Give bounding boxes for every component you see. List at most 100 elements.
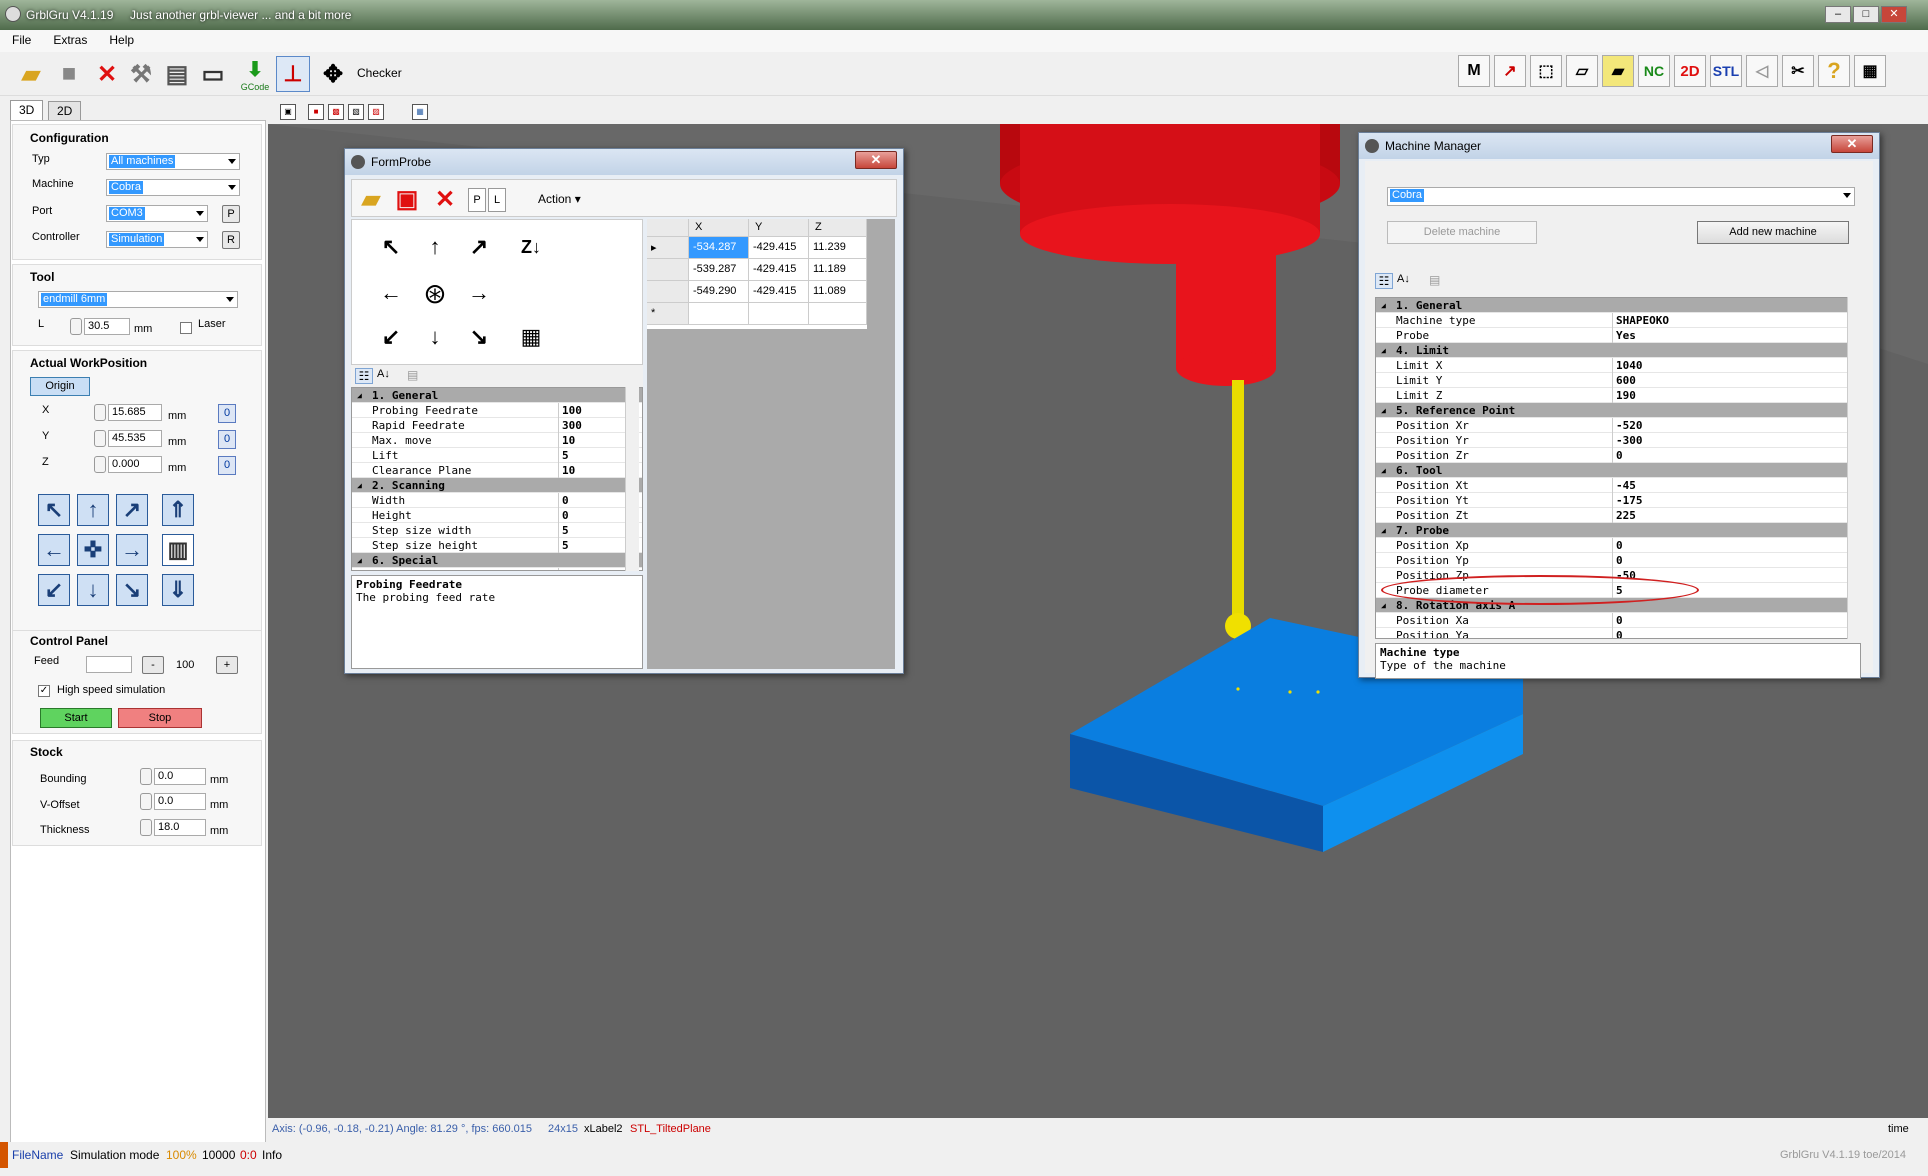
property-value[interactable]: 5 — [562, 523, 569, 538]
origin-button[interactable]: Origin — [30, 377, 90, 396]
collapse-icon[interactable]: ◢ — [357, 388, 362, 403]
row-header[interactable]: ▸ — [647, 237, 689, 259]
view-red3-icon[interactable]: ▨ — [368, 104, 384, 120]
property-pages-icon[interactable]: ▤ — [1429, 273, 1440, 287]
jog-up-right-icon[interactable]: ↗ — [116, 494, 148, 526]
property-value[interactable]: Yes — [1616, 328, 1636, 343]
row-header[interactable] — [647, 259, 689, 281]
delete-icon[interactable]: ✕ — [90, 56, 124, 92]
save-icon[interactable]: ■ — [52, 56, 86, 92]
delete-machine-button[interactable]: Delete machine — [1387, 221, 1537, 244]
machine-manager-close-button[interactable]: ✕ — [1831, 135, 1873, 153]
y-zero-button[interactable]: 0 — [218, 430, 236, 449]
property-value[interactable]: 0 — [562, 493, 569, 508]
open-folder-icon[interactable]: ▰ — [354, 181, 388, 217]
table-cell[interactable]: -429.415 — [749, 237, 809, 259]
property-row[interactable]: Probing Feedrate 100 — [352, 403, 642, 418]
table-cell[interactable]: -534.287 — [689, 237, 749, 259]
property-value[interactable]: 0 — [562, 508, 569, 523]
minimize-button[interactable]: – — [1825, 6, 1851, 23]
collapse-icon[interactable]: ◢ — [1381, 523, 1386, 538]
y-position-input[interactable]: 45.535 — [108, 430, 162, 447]
nc-button[interactable]: NC — [1638, 55, 1670, 87]
y-spinner[interactable] — [94, 430, 106, 447]
property-value[interactable]: 1040 — [1616, 358, 1643, 373]
jog-home-icon[interactable]: ✜ — [77, 534, 109, 566]
tab-2d[interactable]: 2D — [48, 101, 82, 121]
checker-button[interactable]: Checker — [357, 66, 402, 80]
machine-select[interactable]: Cobra — [106, 179, 240, 196]
property-value[interactable]: 0 — [562, 568, 569, 570]
highspeed-checkbox[interactable]: ✓ — [38, 685, 50, 697]
delete-icon[interactable]: ✕ — [428, 181, 462, 217]
tool-length-spinner[interactable] — [70, 318, 82, 335]
laser-checkbox[interactable] — [180, 322, 192, 334]
probe-up-right-icon[interactable]: ↗ — [462, 230, 496, 264]
collapse-icon[interactable]: ◢ — [1381, 463, 1386, 478]
2d-button[interactable]: 2D — [1674, 55, 1706, 87]
property-value[interactable]: 5 — [562, 448, 569, 463]
property-row[interactable]: Max. move 10 — [352, 433, 642, 448]
feed-plus-button[interactable]: + — [216, 656, 238, 674]
property-row[interactable]: Step size height 5 — [352, 538, 642, 553]
property-row[interactable]: Height 0 — [352, 508, 642, 523]
property-row[interactable]: Position Yt -175 — [1376, 493, 1860, 508]
probe-z-button[interactable]: Z ↓ — [514, 230, 548, 264]
property-value[interactable]: 225 — [1616, 508, 1636, 523]
bounding-input[interactable]: 0.0 — [154, 768, 206, 785]
sort-az-icon[interactable]: A↓ — [377, 368, 390, 380]
new-row-marker[interactable]: * — [647, 303, 689, 325]
sort-az-icon[interactable]: A↓ — [1397, 273, 1410, 285]
menu-help[interactable]: Help — [97, 30, 144, 47]
feed-input[interactable] — [86, 656, 132, 673]
x-position-input[interactable]: 15.685 — [108, 404, 162, 421]
type-select[interactable]: All machines — [106, 153, 240, 170]
cube-icon[interactable]: ⬚ — [1530, 55, 1562, 87]
table-cell[interactable] — [689, 303, 749, 325]
stop-button[interactable]: Stop — [118, 708, 202, 728]
property-category[interactable]: ◢ 1. General — [1376, 298, 1860, 313]
collapse-icon[interactable]: ◢ — [357, 553, 362, 568]
property-value[interactable]: 5 — [562, 538, 569, 553]
property-row[interactable]: Position Xr -520 — [1376, 418, 1860, 433]
view-front-icon[interactable]: ▣ — [280, 104, 296, 120]
property-row[interactable]: Position Zt 225 — [1376, 508, 1860, 523]
probe-down-left-icon[interactable]: ↙ — [374, 320, 408, 354]
menu-file[interactable]: File — [0, 30, 41, 47]
open-folder-icon[interactable]: ▰ — [14, 56, 48, 92]
property-row[interactable]: Position Xp 0 — [1376, 538, 1860, 553]
row-header[interactable] — [647, 281, 689, 303]
checker-icon[interactable]: ✥ — [316, 56, 350, 92]
property-value[interactable]: 100 — [562, 403, 582, 418]
x-zero-button[interactable]: 0 — [218, 404, 236, 423]
property-row[interactable]: Position Yr -300 — [1376, 433, 1860, 448]
property-value[interactable]: -45 — [1616, 478, 1636, 493]
jog-z-down-icon[interactable]: ⇓ — [162, 574, 194, 606]
table-cell[interactable]: -429.415 — [749, 259, 809, 281]
categorized-icon[interactable]: ☷ — [355, 368, 373, 384]
table-cell[interactable]: 11.089 — [809, 281, 867, 303]
bounding-spinner[interactable] — [140, 768, 152, 785]
property-category[interactable]: ◢ 7. Probe — [1376, 523, 1860, 538]
property-row[interactable]: Clearance Plane 10 — [352, 463, 642, 478]
property-value[interactable]: 10 — [562, 463, 575, 478]
property-value[interactable]: -300 — [1616, 433, 1643, 448]
plane-icon[interactable]: ▱ — [1566, 55, 1598, 87]
jog-up-left-icon[interactable]: ↖ — [38, 494, 70, 526]
categorized-icon[interactable]: ☷ — [1375, 273, 1393, 289]
collapse-icon[interactable]: ◢ — [1381, 403, 1386, 418]
property-row[interactable]: Position Yp 0 — [1376, 553, 1860, 568]
property-row[interactable]: Position Ya 0 — [1376, 628, 1860, 638]
layout-icon[interactable]: ▦ — [1854, 55, 1886, 87]
property-row[interactable]: Limit X 1040 — [1376, 358, 1860, 373]
axes-icon[interactable]: ↗ — [1494, 55, 1526, 87]
table-cell[interactable]: -429.415 — [749, 281, 809, 303]
window-icon[interactable]: ▭ — [196, 56, 230, 92]
property-value[interactable]: SHAPEOKO — [1616, 313, 1669, 328]
port-p-button[interactable]: P — [222, 205, 240, 223]
probe-up-icon[interactable]: ↑ — [418, 230, 452, 264]
maximize-button[interactable]: □ — [1853, 6, 1879, 23]
property-pages-icon[interactable]: ▤ — [407, 368, 418, 382]
property-category[interactable]: ◢ 6. Tool — [1376, 463, 1860, 478]
column-header[interactable]: Z — [809, 219, 867, 237]
